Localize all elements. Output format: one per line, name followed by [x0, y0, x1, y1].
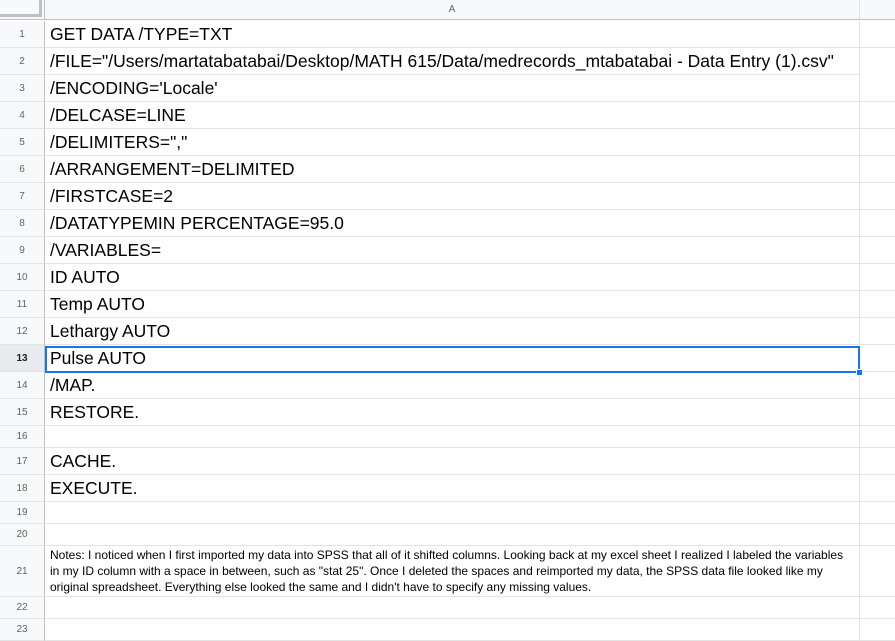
cell-overflow: [860, 399, 895, 426]
cell[interactable]: Lethargy AUTO: [45, 318, 860, 345]
row-header[interactable]: 23: [0, 619, 45, 641]
cell-overflow: [860, 475, 895, 502]
cell-overflow: [860, 546, 895, 597]
row-header[interactable]: 21: [0, 546, 45, 597]
cell-overflow: [860, 524, 895, 546]
cell[interactable]: /VARIABLES=: [45, 237, 860, 264]
row: 15 RESTORE.: [0, 399, 895, 426]
cell[interactable]: /ENCODING='Locale': [45, 75, 860, 102]
cell[interactable]: /DELIMITERS=",": [45, 129, 860, 156]
cell-overflow: [860, 502, 895, 524]
row: 6 /ARRANGEMENT=DELIMITED: [0, 156, 895, 183]
fill-handle[interactable]: [856, 369, 863, 376]
row-header[interactable]: 4: [0, 102, 45, 129]
row-header[interactable]: 1: [0, 21, 45, 48]
selected-cell[interactable]: Pulse AUTO: [45, 345, 860, 372]
cell-overflow: [860, 372, 895, 399]
column-header-a[interactable]: A: [45, 0, 860, 20]
row: 10 ID AUTO: [0, 264, 895, 291]
cell[interactable]: [45, 502, 860, 524]
row-header[interactable]: 10: [0, 264, 45, 291]
row-header[interactable]: 3: [0, 75, 45, 102]
row: 18 EXECUTE.: [0, 475, 895, 502]
row: 3 /ENCODING='Locale': [0, 75, 895, 102]
cell-overflow: [860, 183, 895, 210]
row: 22: [0, 597, 895, 619]
row-header[interactable]: 8: [0, 210, 45, 237]
cell-overflow: [860, 345, 895, 372]
row-header[interactable]: 16: [0, 426, 45, 448]
cell[interactable]: EXECUTE.: [45, 475, 860, 502]
row: 21 Notes: I noticed when I first importe…: [0, 546, 895, 597]
corner-freeze-marker: [0, 0, 42, 17]
row-header[interactable]: 18: [0, 475, 45, 502]
cell[interactable]: CACHE.: [45, 448, 860, 475]
row: 20: [0, 524, 895, 546]
row: 8 /DATATYPEMIN PERCENTAGE=95.0: [0, 210, 895, 237]
cell-overflow: [860, 426, 895, 448]
cell[interactable]: GET DATA /TYPE=TXT: [45, 21, 860, 48]
notes-cell[interactable]: Notes: I noticed when I first imported m…: [45, 546, 860, 597]
cell[interactable]: ID AUTO: [45, 264, 860, 291]
row-header-selected[interactable]: 13: [0, 345, 45, 372]
cell-overflow: [860, 102, 895, 129]
cell[interactable]: /FILE="/Users/martatabatabai/Desktop/MAT…: [45, 48, 860, 75]
cell[interactable]: /DATATYPEMIN PERCENTAGE=95.0: [45, 210, 860, 237]
row-header[interactable]: 11: [0, 291, 45, 318]
select-all-corner[interactable]: [0, 0, 45, 20]
row: 9 /VARIABLES=: [0, 237, 895, 264]
cell[interactable]: RESTORE.: [45, 399, 860, 426]
row: 14 /MAP.: [0, 372, 895, 399]
cell-overflow: [860, 291, 895, 318]
cell[interactable]: /FIRSTCASE=2: [45, 183, 860, 210]
row: 16: [0, 426, 895, 448]
row: 13 Pulse AUTO: [0, 345, 895, 372]
row-header[interactable]: 6: [0, 156, 45, 183]
cell[interactable]: /DELCASE=LINE: [45, 102, 860, 129]
row-header[interactable]: 7: [0, 183, 45, 210]
row: 2 /FILE="/Users/martatabatabai/Desktop/M…: [0, 48, 895, 75]
cell[interactable]: [45, 597, 860, 619]
row: 12 Lethargy AUTO: [0, 318, 895, 345]
cell-overflow: [860, 75, 895, 102]
row-header[interactable]: 19: [0, 502, 45, 524]
row-header[interactable]: 20: [0, 524, 45, 546]
row: 11 Temp AUTO: [0, 291, 895, 318]
row-header[interactable]: 5: [0, 129, 45, 156]
cell[interactable]: /ARRANGEMENT=DELIMITED: [45, 156, 860, 183]
row: 7 /FIRSTCASE=2: [0, 183, 895, 210]
cell-overflow: [860, 237, 895, 264]
cell-overflow: [860, 156, 895, 183]
cell-overflow: [860, 21, 895, 48]
cell[interactable]: [45, 426, 860, 448]
row: 19: [0, 502, 895, 524]
cell-overflow: [860, 619, 895, 641]
cell-overflow: [860, 129, 895, 156]
row: 5 /DELIMITERS=",": [0, 129, 895, 156]
row: 17 CACHE.: [0, 448, 895, 475]
row-header[interactable]: 22: [0, 597, 45, 619]
cell[interactable]: Temp AUTO: [45, 291, 860, 318]
cell[interactable]: [45, 524, 860, 546]
cell-overflow: [860, 318, 895, 345]
cell-overflow: [860, 264, 895, 291]
cell-overflow: [860, 597, 895, 619]
row-header[interactable]: 14: [0, 372, 45, 399]
row: 23: [0, 619, 895, 641]
row: 4 /DELCASE=LINE: [0, 102, 895, 129]
spreadsheet-grid: A 1 GET DATA /TYPE=TXT 2 /FILE="/Users/m…: [0, 0, 895, 641]
cell[interactable]: /MAP.: [45, 372, 860, 399]
row-header[interactable]: 12: [0, 318, 45, 345]
column-header-empty: [860, 0, 895, 20]
cell[interactable]: [45, 619, 860, 641]
row-header[interactable]: 15: [0, 399, 45, 426]
row-header[interactable]: 9: [0, 237, 45, 264]
cell-overflow: [860, 448, 895, 475]
row-header[interactable]: 17: [0, 448, 45, 475]
row-header[interactable]: 2: [0, 48, 45, 75]
cell-overflow: [860, 210, 895, 237]
row: 1 GET DATA /TYPE=TXT: [0, 21, 895, 48]
